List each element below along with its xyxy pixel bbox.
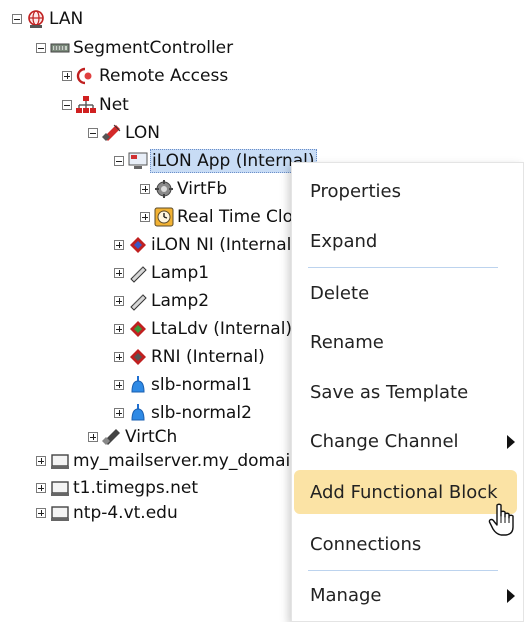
tree-node-lan[interactable]: LAN bbox=[12, 6, 84, 32]
collapse-toggle[interactable] bbox=[88, 128, 98, 138]
expand-toggle[interactable] bbox=[114, 380, 124, 390]
lon-channel-icon bbox=[102, 123, 122, 143]
rni-interface-icon bbox=[128, 347, 148, 367]
expand-toggle[interactable] bbox=[114, 352, 124, 362]
tree-node-ilon-app[interactable]: iLON App (Internal) bbox=[114, 148, 317, 174]
app-device-icon bbox=[128, 151, 148, 171]
submenu-arrow-icon bbox=[507, 435, 515, 449]
lamp-device-icon bbox=[128, 291, 148, 311]
computer-icon bbox=[50, 451, 70, 471]
globe-network-icon bbox=[26, 9, 46, 29]
submenu-arrow-icon bbox=[507, 589, 515, 603]
expand-toggle[interactable] bbox=[140, 184, 150, 194]
expand-toggle[interactable] bbox=[62, 71, 72, 81]
controller-device-icon bbox=[50, 38, 70, 58]
menu-item-expand[interactable]: Expand bbox=[292, 219, 523, 263]
tree-node-timegps[interactable]: t1.timegps.net bbox=[36, 475, 199, 501]
gear-block-icon bbox=[154, 179, 174, 199]
menu-item-manage[interactable]: Manage bbox=[292, 573, 523, 617]
tree-node-lamp2[interactable]: Lamp2 bbox=[114, 288, 210, 314]
menu-item-properties[interactable]: Properties bbox=[292, 169, 523, 213]
tree-node-real-time-clock[interactable]: Real Time Clock bbox=[140, 204, 313, 230]
expand-toggle[interactable] bbox=[36, 483, 46, 493]
context-menu: Properties Expand Delete Rename Save as … bbox=[291, 162, 524, 622]
virtual-channel-icon bbox=[102, 427, 122, 447]
tree-node-lon[interactable]: LON bbox=[88, 120, 161, 146]
collapse-toggle[interactable] bbox=[114, 156, 124, 166]
streetlight-device-icon bbox=[128, 403, 148, 423]
expand-toggle[interactable] bbox=[114, 324, 124, 334]
tree-node-ilon-ni[interactable]: iLON NI (Internal) bbox=[114, 232, 299, 258]
collapse-toggle[interactable] bbox=[12, 14, 22, 24]
menu-item-delete[interactable]: Delete bbox=[292, 271, 523, 315]
network-hierarchy-icon bbox=[76, 95, 96, 115]
expand-toggle[interactable] bbox=[36, 456, 46, 466]
lamp-device-icon bbox=[128, 263, 148, 283]
collapse-toggle[interactable] bbox=[62, 100, 72, 110]
tree-node-lamp1[interactable]: Lamp1 bbox=[114, 260, 210, 286]
menu-separator bbox=[308, 570, 498, 571]
expand-toggle[interactable] bbox=[88, 432, 98, 442]
streetlight-device-icon bbox=[128, 375, 148, 395]
tree-node-virtch[interactable]: VirtCh bbox=[88, 424, 178, 450]
computer-icon bbox=[50, 478, 70, 498]
menu-separator bbox=[308, 267, 498, 268]
tree-node-net[interactable]: Net bbox=[62, 92, 130, 118]
remote-access-icon bbox=[76, 66, 96, 86]
expand-toggle[interactable] bbox=[36, 508, 46, 518]
menu-item-add-functional-block[interactable]: Add Functional Block bbox=[294, 470, 517, 514]
hand-pointer-cursor-icon bbox=[488, 503, 516, 537]
tree-node-ntp[interactable]: ntp-4.vt.edu bbox=[36, 500, 179, 526]
expand-toggle[interactable] bbox=[114, 268, 124, 278]
expand-toggle[interactable] bbox=[114, 408, 124, 418]
collapse-toggle[interactable] bbox=[36, 43, 46, 53]
computer-icon bbox=[50, 503, 70, 523]
network-interface-icon bbox=[128, 235, 148, 255]
expand-toggle[interactable] bbox=[140, 212, 150, 222]
tree-node-rni[interactable]: RNI (Internal) bbox=[114, 344, 266, 370]
menu-item-rename[interactable]: Rename bbox=[292, 320, 523, 364]
expand-toggle[interactable] bbox=[114, 240, 124, 250]
tree-node-virtfb[interactable]: VirtFb bbox=[140, 176, 228, 202]
tree-node-ltaldv[interactable]: LtaLdv (Internal) bbox=[114, 316, 293, 342]
tree-node-remote-access[interactable]: Remote Access bbox=[62, 63, 229, 89]
expand-toggle[interactable] bbox=[114, 296, 124, 306]
tree-node-mailserver[interactable]: my_mailserver.my_domain bbox=[36, 448, 302, 474]
clock-block-icon bbox=[154, 207, 174, 227]
tree-node-slb-normal1[interactable]: slb-normal1 bbox=[114, 372, 253, 398]
menu-item-change-channel[interactable]: Change Channel bbox=[292, 419, 523, 463]
tree-node-slb-normal2[interactable]: slb-normal2 bbox=[114, 400, 253, 426]
tree-node-segment-controller[interactable]: SegmentController bbox=[36, 35, 234, 61]
ldv-interface-icon bbox=[128, 319, 148, 339]
menu-item-save-as-template[interactable]: Save as Template bbox=[292, 370, 523, 414]
